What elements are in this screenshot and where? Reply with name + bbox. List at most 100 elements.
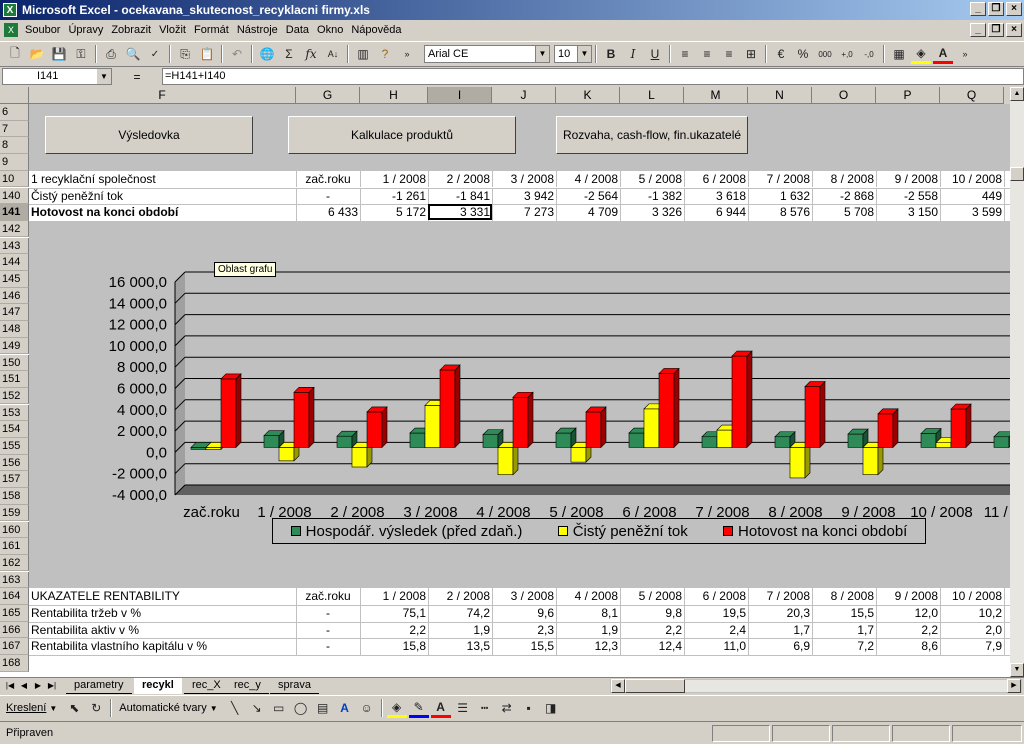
cell-value[interactable]: -2 558: [876, 188, 940, 204]
bold-icon[interactable]: B: [601, 44, 621, 64]
select-all-corner[interactable]: [0, 87, 29, 104]
row-header-8[interactable]: 8: [0, 137, 29, 154]
cell-value[interactable]: 6 433: [296, 204, 360, 220]
underline-icon[interactable]: U: [645, 44, 665, 64]
vysledovka-button[interactable]: Výsledovka: [45, 116, 253, 154]
open-folder-icon[interactable]: 📂: [27, 44, 47, 64]
last-sheet-icon[interactable]: ▶|: [46, 680, 58, 692]
cell-value[interactable]: -: [296, 188, 360, 204]
select-objects-icon[interactable]: ⬉: [64, 698, 84, 718]
cell-value[interactable]: 5 / 2008: [620, 171, 684, 187]
sheet-tab-parametry[interactable]: parametry: [66, 678, 132, 694]
line-color-icon[interactable]: ✎: [408, 698, 429, 718]
column-header-o[interactable]: O: [812, 87, 876, 104]
cell-value[interactable]: 5 708: [812, 204, 876, 220]
row-header-9[interactable]: 9: [0, 154, 29, 171]
font-name-select[interactable]: Arial CE ▼: [424, 45, 550, 63]
cell-value[interactable]: 5 / 2008: [620, 588, 684, 604]
borders-icon[interactable]: ▦: [889, 44, 909, 64]
cell-value[interactable]: 10,2: [940, 605, 1004, 621]
cell-value[interactable]: 8 / 2008: [812, 588, 876, 604]
cell-value[interactable]: 3 / 2008: [492, 171, 556, 187]
cell-value[interactable]: 3 / 2008: [492, 588, 556, 604]
decrease-decimal-icon[interactable]: -,0: [859, 44, 879, 64]
undo-icon[interactable]: ↶: [227, 44, 247, 64]
spellcheck-icon[interactable]: ✓: [145, 44, 165, 64]
help-icon[interactable]: ?: [375, 44, 395, 64]
cell-value[interactable]: 8 / 2008: [812, 171, 876, 187]
cell-value[interactable]: 11,0: [684, 638, 748, 654]
column-header-g[interactable]: G: [296, 87, 360, 104]
row-header-140[interactable]: 140: [0, 187, 29, 204]
cell-value[interactable]: 3 618: [684, 188, 748, 204]
scroll-down-icon[interactable]: ▼: [1010, 663, 1024, 677]
cell-value[interactable]: 8 576: [748, 204, 812, 220]
cell-value[interactable]: 6,9: [748, 638, 812, 654]
function-icon[interactable]: fx: [301, 44, 321, 64]
3d-icon[interactable]: ◨: [541, 698, 561, 718]
row-header-166[interactable]: 166: [0, 621, 29, 639]
cell-value[interactable]: 2,2: [876, 622, 940, 638]
rozvaha-button[interactable]: Rozvaha, cash-flow, fin.ukazatelé: [556, 116, 748, 154]
scroll-left-icon[interactable]: ◀: [611, 679, 625, 693]
copy-icon[interactable]: ⎘: [175, 44, 195, 64]
cell-value[interactable]: 10 / 2008: [940, 171, 1004, 187]
cell-value[interactable]: 3 150: [876, 204, 940, 220]
cell-value[interactable]: 7 / 2008: [748, 171, 812, 187]
cell-value[interactable]: 4 709: [556, 204, 620, 220]
row-header-163[interactable]: 163: [0, 571, 29, 589]
cell-value[interactable]: 4 / 2008: [556, 171, 620, 187]
menu-data[interactable]: Data: [282, 24, 313, 36]
chevron-down-icon[interactable]: ▼: [97, 69, 111, 84]
column-header-p[interactable]: P: [876, 87, 940, 104]
chevron-down-icon[interactable]: ▼: [577, 46, 591, 62]
increase-decimal-icon[interactable]: +,0: [837, 44, 857, 64]
cell-value[interactable]: 5 172: [360, 204, 428, 220]
more-options-icon[interactable]: »: [955, 44, 975, 64]
cell-value[interactable]: 9,6: [492, 605, 556, 621]
cell-value[interactable]: 7 273: [492, 204, 556, 220]
vertical-scrollbar[interactable]: ▲ ▼: [1010, 87, 1024, 677]
autoshapes-menu[interactable]: Automatické tvary: [119, 702, 206, 714]
cell-value[interactable]: 1 / 2008: [360, 171, 428, 187]
next-sheet-icon[interactable]: ▶: [32, 680, 44, 692]
doc-minimize-button[interactable]: _: [970, 23, 986, 37]
column-header-n[interactable]: N: [748, 87, 812, 104]
cell-value[interactable]: 3 942: [492, 188, 556, 204]
doc-close-button[interactable]: ×: [1006, 23, 1022, 37]
line-style-icon[interactable]: ☰: [453, 698, 473, 718]
fill-color-icon[interactable]: ◈: [386, 698, 407, 718]
currency-icon[interactable]: €: [771, 44, 791, 64]
menu-format[interactable]: Formát: [190, 24, 233, 36]
cell-value[interactable]: 6 / 2008: [684, 588, 748, 604]
cell-value[interactable]: 2,4: [684, 622, 748, 638]
row-header-168[interactable]: 168: [0, 655, 29, 672]
align-center-icon[interactable]: ≡: [697, 44, 717, 64]
column-header-q[interactable]: Q: [940, 87, 1004, 104]
column-header-k[interactable]: K: [556, 87, 620, 104]
cell-value[interactable]: -: [296, 622, 360, 638]
row-header-167[interactable]: 167: [0, 638, 29, 655]
cell-value[interactable]: -2 868: [812, 188, 876, 204]
italic-icon[interactable]: I: [623, 44, 643, 64]
chevron-down-icon[interactable]: ▼: [49, 704, 57, 713]
first-sheet-icon[interactable]: |◀: [4, 680, 16, 692]
cell-value[interactable]: 2,0: [940, 622, 1004, 638]
sheet-tab-sprava[interactable]: sprava: [270, 678, 320, 694]
shadow-icon[interactable]: ▪: [519, 698, 539, 718]
font-color-icon[interactable]: A: [933, 44, 953, 64]
hyperlink-icon[interactable]: 🌐: [257, 44, 277, 64]
menu-zobrazit[interactable]: Zobrazit: [107, 24, 155, 36]
cell-value[interactable]: 6 944: [684, 204, 748, 220]
drawing-menu[interactable]: Kreslení: [6, 702, 46, 714]
cell-value[interactable]: -: [296, 605, 360, 621]
cell-value[interactable]: -1 841: [428, 188, 492, 204]
cell-value[interactable]: 15,5: [492, 638, 556, 654]
menu-okno[interactable]: Okno: [313, 24, 347, 36]
scroll-up-icon[interactable]: ▲: [1010, 87, 1024, 101]
chevron-down-icon[interactable]: ▼: [210, 704, 218, 713]
thousands-icon[interactable]: 000: [815, 44, 835, 64]
cell-value[interactable]: 9,8: [620, 605, 684, 621]
sheet-tab-recykl[interactable]: recykl: [134, 678, 182, 694]
cell-value[interactable]: 1,7: [812, 622, 876, 638]
